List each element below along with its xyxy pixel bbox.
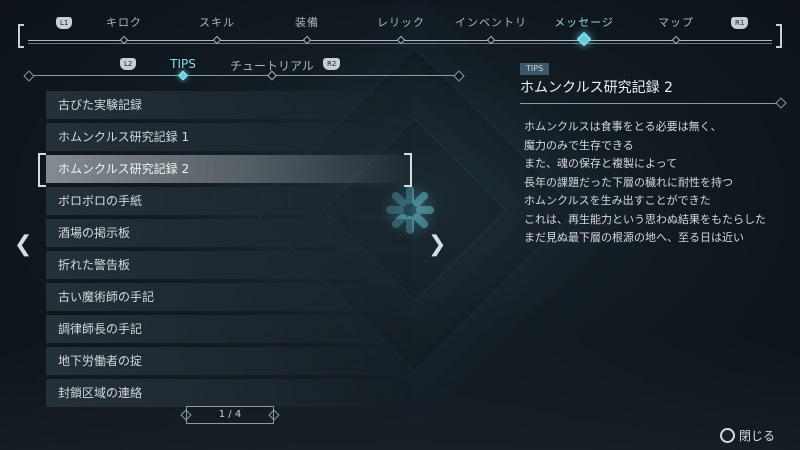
list-item-selected[interactable]: ホムンクルス研究記録 2 — [46, 155, 412, 183]
list-item[interactable]: 調律師長の手記 — [46, 315, 412, 343]
tab-equipment[interactable]: 装備 — [295, 14, 319, 30]
detail-category-tag: TIPS — [520, 63, 550, 75]
top-navigation: L1 R1 キロク スキル 装備 レリック インベントリ メッセージ マップ — [18, 10, 782, 48]
page-indicator: 1 / 4 — [186, 406, 274, 424]
tab-relic[interactable]: レリック — [377, 14, 425, 30]
r1-button-hint[interactable]: R1 — [731, 17, 749, 29]
tab-kiroku[interactable]: キロク — [106, 14, 142, 30]
page-prev-arrow-icon[interactable]: ❮ — [14, 234, 32, 256]
subtab-tips[interactable]: TIPS — [170, 57, 196, 71]
detail-line: 魔力のみで生存できる — [524, 138, 634, 152]
selection-bracket-right — [404, 153, 412, 187]
detail-line: また、魂の保存と複製によって — [524, 157, 678, 170]
circle-button-icon — [720, 428, 735, 443]
l2-button-hint[interactable]: L2 — [120, 58, 137, 70]
tab-map[interactable]: マップ — [658, 14, 694, 30]
selection-bracket-left — [38, 153, 46, 187]
l1-button-hint[interactable]: L1 — [56, 17, 73, 29]
detail-panel: TIPS ホムンクルス研究記録 2 ホムンクルスは食事をとる必要は無く、 魔力の… — [520, 56, 782, 248]
detail-line: ホムンクルスは食事をとる必要は無く、 — [524, 120, 722, 133]
sub-tabs: L2 R2 TIPS チュートリアル — [28, 55, 460, 81]
list-item[interactable]: 古びた実験記録 — [46, 91, 412, 119]
nav-endcap-right — [776, 24, 782, 48]
r2-button-hint[interactable]: R2 — [323, 58, 341, 70]
tab-inventory[interactable]: インベントリ — [455, 14, 527, 30]
list-item[interactable]: ボロボロの手紙 — [46, 187, 412, 215]
list-item[interactable]: ホムンクルス研究記録 1 — [46, 123, 412, 151]
detail-line: 長年の課題だった下層の穢れに耐性を持つ — [524, 175, 733, 189]
message-list: 古びた実験記録 ホムンクルス研究記録 1 ホムンクルス研究記録 2 ボロボロの手… — [46, 91, 412, 411]
list-item[interactable]: 古い魔術師の手記 — [46, 283, 412, 311]
subtab-marker-active — [178, 70, 188, 81]
detail-line: まだ見ぬ最下層の根源の地へ、至る日は近い — [524, 231, 744, 244]
detail-line: ホムンクルスを生み出すことができた — [524, 194, 711, 207]
detail-line: これは、再生能力という思わぬ結果をもたらした — [524, 212, 766, 226]
page-next-arrow-icon[interactable]: ❯ — [428, 234, 446, 256]
close-label: 閉じる — [739, 429, 776, 443]
list-item[interactable]: 折れた警告板 — [46, 251, 412, 279]
detail-title: ホムンクルス研究記録 2 — [520, 77, 782, 104]
list-item[interactable]: 封鎖区域の連絡 — [46, 379, 412, 407]
tab-message[interactable]: メッセージ — [554, 14, 614, 30]
tab-skill[interactable]: スキル — [199, 14, 235, 30]
list-item[interactable]: 地下労働者の掟 — [46, 347, 412, 375]
nav-endcap-left — [18, 24, 24, 48]
detail-body: ホムンクルスは食事をとる必要は無く、 魔力のみで生存できる また、魂の保存と複製… — [520, 118, 782, 248]
subtab-rail — [28, 75, 460, 76]
list-item[interactable]: 酒場の掲示板 — [46, 219, 412, 247]
close-button[interactable]: 閉じる — [720, 427, 775, 444]
